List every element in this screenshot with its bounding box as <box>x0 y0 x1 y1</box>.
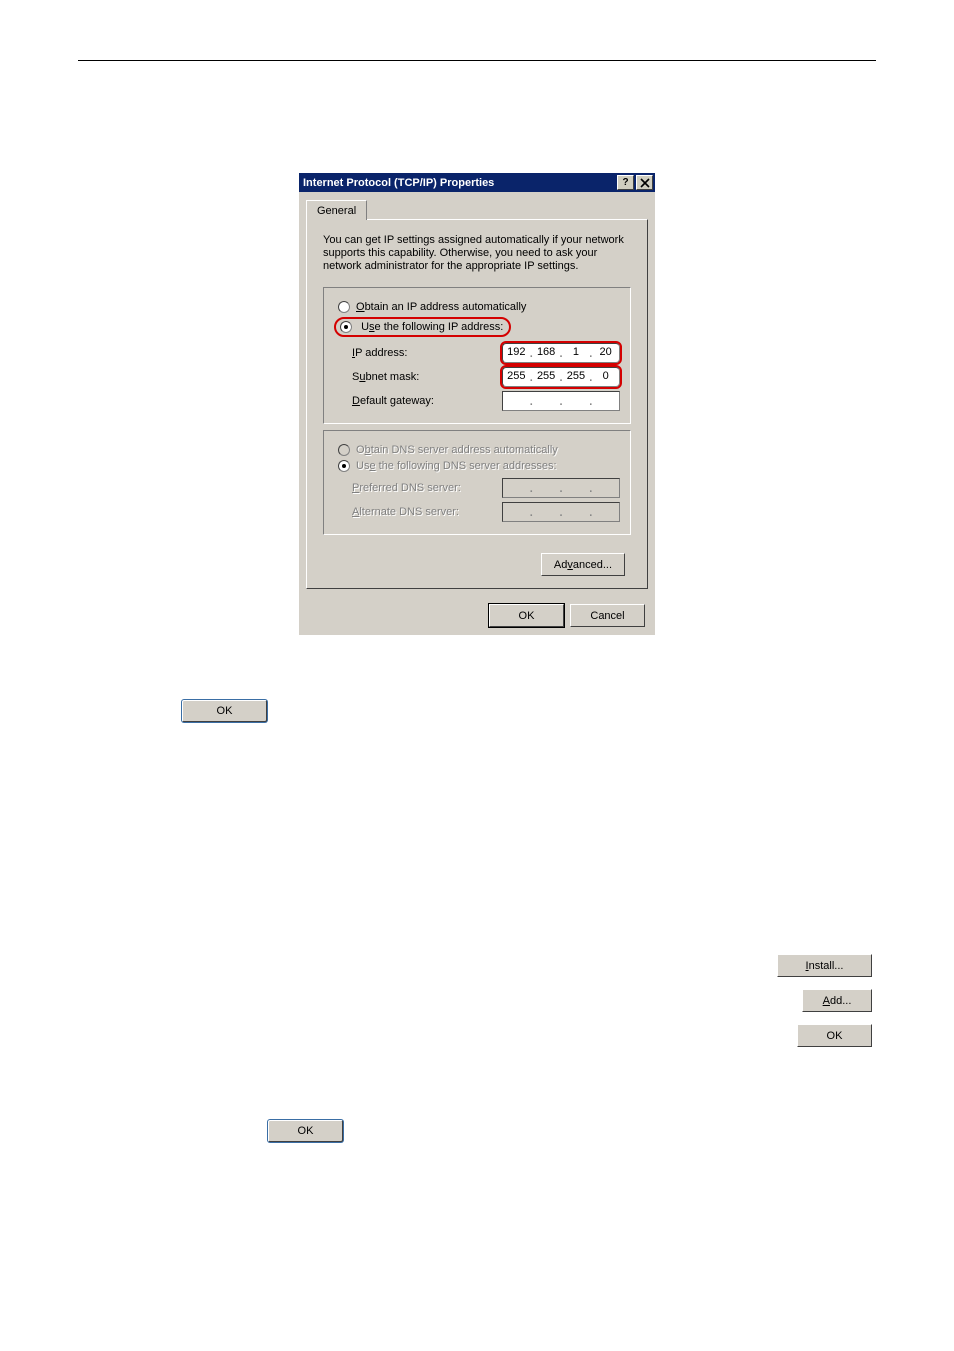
ok-button[interactable]: OK <box>268 1120 343 1142</box>
row-preferred-dns: Preferred DNS server: . . . <box>334 476 620 500</box>
label-ip-address: IP address: <box>352 347 502 359</box>
octet[interactable]: 255 <box>563 368 590 386</box>
radio-use-following-dns[interactable]: Use the following DNS server addresses: <box>338 460 620 472</box>
octet[interactable]: 255 <box>533 368 560 386</box>
octet[interactable] <box>563 392 590 410</box>
tab-strip: General <box>299 192 655 219</box>
alternate-dns-field[interactable]: . . . <box>502 502 620 522</box>
radio-icon[interactable] <box>340 321 352 333</box>
radio-use-following-ip[interactable]: Use the following IP address: <box>338 317 620 337</box>
octet[interactable] <box>503 479 530 497</box>
octet[interactable]: 0 <box>592 368 619 386</box>
dialog-button-bar: OK Cancel <box>299 596 655 635</box>
label-preferred-dns: Preferred DNS server: <box>352 482 502 494</box>
radio-icon <box>338 444 350 456</box>
help-icon[interactable]: ? <box>617 175 634 190</box>
row-default-gateway: Default gateway: . . . <box>334 389 620 413</box>
octet[interactable]: 192 <box>503 344 530 362</box>
radio-label: Use the following DNS server addresses: <box>356 460 557 472</box>
window-title: Internet Protocol (TCP/IP) Properties <box>303 177 615 189</box>
radio-label: Obtain an IP address automatically <box>356 301 526 313</box>
ok-button[interactable]: OK <box>489 604 564 627</box>
close-icon[interactable] <box>636 175 653 190</box>
ok-button[interactable]: OK <box>182 700 267 722</box>
tab-general[interactable]: General <box>306 200 367 220</box>
octet[interactable] <box>503 503 530 521</box>
tcpip-properties-dialog: Internet Protocol (TCP/IP) Properties ? … <box>299 173 655 635</box>
radio-label: Obtain DNS server address automatically <box>356 444 558 456</box>
octet[interactable] <box>533 503 560 521</box>
horizontal-rule <box>78 60 876 61</box>
advanced-button[interactable]: Advanced... <box>541 553 625 576</box>
title-bar: Internet Protocol (TCP/IP) Properties ? <box>299 173 655 192</box>
default-gateway-field[interactable]: . . . <box>502 391 620 411</box>
radio-icon[interactable] <box>338 301 350 313</box>
octet[interactable]: 255 <box>503 368 530 386</box>
octet[interactable] <box>503 392 530 410</box>
row-ip-address: IP address: 192. 168. 1. 20 <box>334 341 620 365</box>
octet[interactable]: 20 <box>592 344 619 362</box>
ip-address-field[interactable]: 192. 168. 1. 20 <box>502 343 620 363</box>
octet[interactable] <box>533 479 560 497</box>
radio-obtain-dns-auto: Obtain DNS server address automatically <box>338 444 620 456</box>
install-button[interactable]: Install... <box>777 954 872 977</box>
octet[interactable]: 1 <box>563 344 590 362</box>
octet[interactable] <box>563 503 590 521</box>
octet[interactable] <box>533 392 560 410</box>
label-alternate-dns: Alternate DNS server: <box>352 506 502 518</box>
intro-text: You can get IP settings assigned automat… <box>323 234 631 273</box>
octet[interactable] <box>592 503 619 521</box>
tab-pane-general: You can get IP settings assigned automat… <box>306 219 648 589</box>
highlight-callout: Use the following IP address: <box>334 317 511 337</box>
octet[interactable]: 168 <box>533 344 560 362</box>
ok-button[interactable]: OK <box>797 1024 872 1047</box>
label-default-gateway: Default gateway: <box>352 395 502 407</box>
tab-label: General <box>317 205 356 217</box>
octet[interactable] <box>592 479 619 497</box>
ip-group: Obtain an IP address automatically Use t… <box>323 287 631 424</box>
row-alternate-dns: Alternate DNS server: . . . <box>334 500 620 524</box>
preferred-dns-field[interactable]: . . . <box>502 478 620 498</box>
add-button[interactable]: Add... <box>802 989 872 1012</box>
radio-label: Use the following IP address: <box>361 321 503 333</box>
cancel-button[interactable]: Cancel <box>570 604 645 627</box>
side-button-stack: Install... Add... OK <box>777 954 872 1047</box>
subnet-mask-field[interactable]: 255. 255. 255. 0 <box>502 367 620 387</box>
dns-group: Obtain DNS server address automatically … <box>323 430 631 535</box>
octet[interactable] <box>592 392 619 410</box>
label-subnet-mask: Subnet mask: <box>352 371 502 383</box>
radio-icon[interactable] <box>338 460 350 472</box>
radio-obtain-ip-auto[interactable]: Obtain an IP address automatically <box>338 301 620 313</box>
row-subnet-mask: Subnet mask: 255. 255. 255. 0 <box>334 365 620 389</box>
octet[interactable] <box>563 479 590 497</box>
